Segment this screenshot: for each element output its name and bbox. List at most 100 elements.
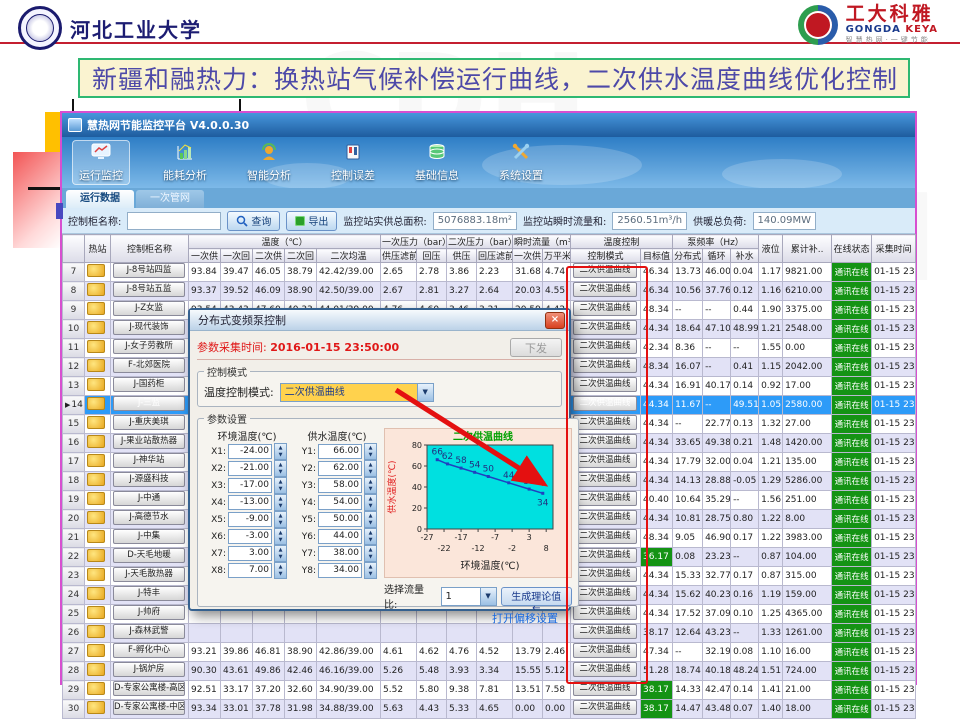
spinner-icon[interactable]: ▲▼ <box>274 511 287 528</box>
cabinet-name-button[interactable]: J-锅炉房 <box>113 662 185 677</box>
control-mode-button[interactable]: 二次供温曲线 <box>573 624 637 639</box>
control-mode-button[interactable]: 二次供温曲线 <box>573 567 637 582</box>
cabinet-name-button[interactable]: F-北郊医院 <box>113 358 185 373</box>
control-mode-button[interactable]: 二次供温曲线 <box>573 491 637 506</box>
cabinet-name-button[interactable]: J-森林武警 <box>113 624 185 639</box>
heat-station-icon[interactable] <box>87 625 105 638</box>
env-temp-1-input[interactable]: -24.00 <box>228 444 272 459</box>
nav-item-settings[interactable]: 系统设置 <box>492 140 550 185</box>
control-mode-button[interactable]: 二次供温曲线 <box>573 377 637 392</box>
cabinet-name-button[interactable]: J-女子劳教所 <box>113 339 185 354</box>
supply-temp-5-input[interactable]: 50.00 <box>318 512 362 527</box>
nav-item-control-error[interactable]: 控制误差 <box>324 140 382 185</box>
heat-station-icon[interactable] <box>87 606 105 619</box>
env-temp-8-input[interactable]: 7.00 <box>228 563 272 578</box>
cabinet-name-button[interactable]: J-高德节水 <box>113 510 185 525</box>
heat-station-icon[interactable] <box>87 492 105 505</box>
supply-temp-8-input[interactable]: 34.00 <box>318 563 362 578</box>
cabinet-name-button[interactable]: J-神华站 <box>113 453 185 468</box>
table-row[interactable]: 29D-专家公寓楼-高区92.5133.1737.2032.6034.90/39… <box>63 681 916 700</box>
control-mode-button[interactable]: 二次供温曲线 <box>573 510 637 525</box>
spinner-icon[interactable]: ▲▼ <box>274 545 287 562</box>
cabinet-name-button[interactable]: F-孵化中心 <box>113 643 185 658</box>
export-button[interactable]: 导出 <box>286 211 337 231</box>
heat-station-icon[interactable] <box>87 587 105 600</box>
search-button[interactable]: 查询 <box>227 211 280 231</box>
tab-inactive[interactable]: 一次管网 <box>136 190 204 208</box>
env-temp-4-input[interactable]: -13.00 <box>228 495 272 510</box>
heat-station-icon[interactable] <box>87 663 105 676</box>
cabinet-name-button[interactable]: D-天毛地暖 <box>113 548 185 563</box>
control-mode-button[interactable]: 二次供温曲线 <box>573 320 637 335</box>
cabinet-name-button[interactable]: J-重庆美琪 <box>113 415 185 430</box>
cabinet-name-button[interactable]: J-帅府 <box>113 605 185 620</box>
control-mode-button[interactable]: 二次供温曲线 <box>573 472 637 487</box>
heat-station-icon[interactable] <box>87 473 105 486</box>
supply-temp-1-input[interactable]: 66.00 <box>318 444 362 459</box>
nav-item-energy-chart[interactable]: 能耗分析 <box>156 140 214 185</box>
cabinet-name-button[interactable]: J-天毛散热器 <box>113 567 185 582</box>
env-temp-7-input[interactable]: 3.00 <box>228 546 272 561</box>
control-mode-button[interactable]: 二次供温曲线 <box>573 358 637 373</box>
control-mode-button[interactable]: 二次供温曲线 <box>573 263 637 278</box>
spinner-icon[interactable]: ▲▼ <box>274 477 287 494</box>
spinner-icon[interactable]: ▲▼ <box>364 494 377 511</box>
heat-station-icon[interactable] <box>87 511 105 524</box>
control-mode-button[interactable]: 二次供温曲线 <box>573 586 637 601</box>
heat-station-icon[interactable] <box>87 549 105 562</box>
heat-station-icon[interactable] <box>87 701 105 714</box>
cabinet-name-button[interactable]: J-8号站四监 <box>113 263 185 278</box>
heat-station-icon[interactable] <box>87 302 105 315</box>
control-mode-button[interactable]: 二次供温曲线 <box>573 339 637 354</box>
heat-station-icon[interactable] <box>87 568 105 581</box>
supply-temp-7-input[interactable]: 38.00 <box>318 546 362 561</box>
nav-item-smart-analysis[interactable]: 智能分析 <box>240 140 298 185</box>
spinner-icon[interactable]: ▲▼ <box>274 562 287 579</box>
heat-station-icon[interactable] <box>87 644 105 657</box>
heat-station-icon[interactable] <box>87 378 105 391</box>
table-row[interactable]: 7J-8号站四监93.8439.4746.0538.7942.42/39.002… <box>63 263 916 282</box>
cabinet-name-button[interactable]: J-中集 <box>113 529 185 544</box>
cabinet-name-button[interactable]: J-中通 <box>113 491 185 506</box>
control-mode-button[interactable]: 二次供温曲线 <box>573 605 637 620</box>
heat-station-icon[interactable] <box>87 454 105 467</box>
control-mode-button[interactable]: 二次供温曲线 <box>573 434 637 449</box>
cabinet-name-input[interactable] <box>127 212 221 230</box>
send-button[interactable]: 下发 <box>510 338 562 357</box>
cabinet-name-button[interactable]: J-Z女监 <box>113 301 185 316</box>
control-mode-button[interactable]: 二次供温曲线 <box>573 282 637 297</box>
spinner-icon[interactable]: ▲▼ <box>364 477 377 494</box>
cabinet-name-button[interactable]: J-源盛科技 <box>113 472 185 487</box>
control-mode-button[interactable]: 二次供温曲线 <box>573 415 637 430</box>
spinner-icon[interactable]: ▲▼ <box>274 494 287 511</box>
env-temp-6-input[interactable]: -3.00 <box>228 529 272 544</box>
cabinet-name-button[interactable]: J-国药柜 <box>113 377 185 392</box>
flow-ratio-dropdown[interactable]: 1▼ <box>441 587 497 606</box>
spinner-icon[interactable]: ▲▼ <box>364 545 377 562</box>
heat-station-icon[interactable] <box>87 416 105 429</box>
table-row[interactable]: 28J-锅炉房90.3043.6149.8642.4646.16/39.005.… <box>63 662 916 681</box>
control-mode-button[interactable]: 二次供温曲线 <box>573 700 637 715</box>
supply-temp-4-input[interactable]: 54.00 <box>318 495 362 510</box>
supply-temp-3-input[interactable]: 58.00 <box>318 478 362 493</box>
env-temp-2-input[interactable]: -21.00 <box>228 461 272 476</box>
cabinet-name-button[interactable]: J-果业站散热器 <box>113 434 185 449</box>
table-row[interactable]: 8J-8号站五监93.3739.5246.0938.9042.50/39.002… <box>63 282 916 301</box>
supply-temp-6-input[interactable]: 44.00 <box>318 529 362 544</box>
cabinet-name-button[interactable]: J-特丰 <box>113 586 185 601</box>
spinner-icon[interactable]: ▲▼ <box>274 443 287 460</box>
spinner-icon[interactable]: ▲▼ <box>274 460 287 477</box>
spinner-icon[interactable]: ▲▼ <box>364 528 377 545</box>
nav-item-database[interactable]: 基础信息 <box>408 140 466 185</box>
env-temp-3-input[interactable]: -17.00 <box>228 478 272 493</box>
close-icon[interactable]: × <box>545 312 565 329</box>
heat-station-icon[interactable] <box>87 359 105 372</box>
control-mode-button[interactable]: 二次供温曲线 <box>573 453 637 468</box>
heat-station-icon[interactable] <box>87 321 105 334</box>
heat-station-icon[interactable] <box>87 530 105 543</box>
cabinet-name-button[interactable]: D-专家公寓楼-高区 <box>113 681 185 696</box>
spinner-icon[interactable]: ▲▼ <box>364 562 377 579</box>
heat-station-icon[interactable] <box>87 340 105 353</box>
control-mode-button[interactable]: 二次供温曲线 <box>573 529 637 544</box>
control-mode-button[interactable]: 二次供温曲线 <box>573 301 637 316</box>
